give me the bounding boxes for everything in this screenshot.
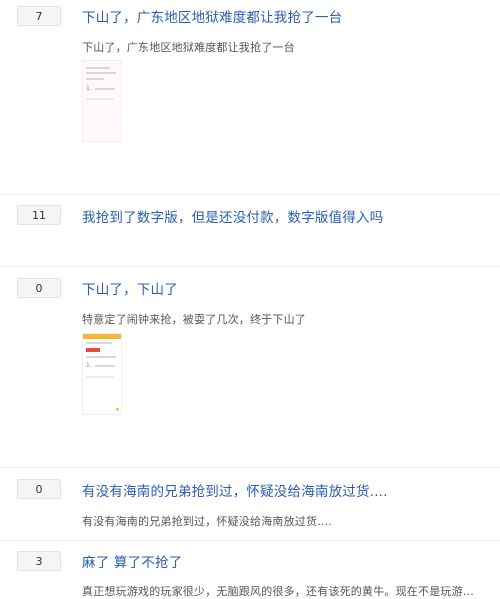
post-title-link[interactable]: 我抢到了数字版，但是还没付款，数字版值得入吗 (82, 206, 383, 226)
divider (0, 266, 500, 267)
post-image-thumbnail[interactable]: 1. (82, 333, 122, 415)
post-title-link[interactable]: 有没有海南的兄弟抢到过，怀疑没给海南放过货.... (82, 480, 388, 500)
divider (0, 540, 500, 541)
post-title-link[interactable]: 下山了，下山了 (82, 278, 178, 298)
reply-count-badge: 3 (17, 551, 61, 571)
divider (0, 467, 500, 468)
post-image-thumbnail[interactable]: 1. (82, 60, 122, 142)
reply-count-badge: 0 (17, 479, 61, 499)
post-title-link[interactable]: 下山了，广东地区地狱难度都让我抢了一台 (82, 6, 342, 26)
post-excerpt: 真正想玩游戏的玩家很少，无脑跟风的很多，还有该死的黄牛。现在不是玩游... (82, 585, 474, 598)
post-excerpt: 有没有海南的兄弟抢到过，怀疑没给海南放过货.... (82, 515, 332, 528)
reply-count-badge: 11 (17, 205, 61, 225)
post-title-link[interactable]: 麻了 算了不抢了 (82, 551, 182, 571)
divider (0, 194, 500, 195)
reply-count-badge: 7 (17, 6, 61, 26)
thumbnail-mark: 1. (86, 362, 92, 369)
post-excerpt: 下山了，广东地区地狱难度都让我抢了一台 (82, 41, 295, 54)
post-excerpt: 特意定了闹钟来抢，被耍了几次，终于下山了 (82, 313, 306, 326)
thumbnail-mark: 1. (86, 85, 92, 92)
reply-count-badge: 0 (17, 278, 61, 298)
